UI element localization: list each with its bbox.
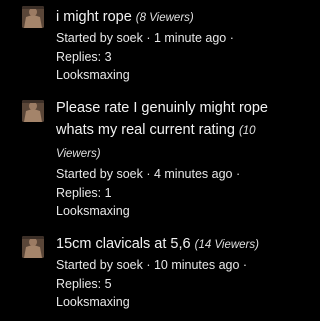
thread-started-by[interactable]: Started by soek · 1 minute ago · xyxy=(56,29,272,48)
thread-title-link[interactable]: Please rate I genuinly might rope whats … xyxy=(56,100,268,138)
forum-link[interactable]: Looksmaxing xyxy=(56,66,272,85)
avatar[interactable] xyxy=(22,6,44,28)
avatar[interactable] xyxy=(22,100,44,122)
viewer-count: (8 Viewers) xyxy=(135,12,194,24)
thread-title[interactable]: 15cm clavicals at 5,6 (14 Viewers) xyxy=(56,233,272,256)
forum-link[interactable]: Looksmaxing xyxy=(56,293,272,312)
thread-started-by[interactable]: Started by soek · 4 minutes ago · xyxy=(56,165,272,184)
thread-title-link[interactable]: i might rope xyxy=(56,9,132,25)
avatar[interactable] xyxy=(22,236,44,258)
thread-title[interactable]: Please rate I genuinly might rope whats … xyxy=(56,97,272,165)
thread-started-by[interactable]: Started by soek · 10 minutes ago · xyxy=(56,256,272,275)
viewer-count: (14 Viewers) xyxy=(194,239,259,251)
reply-count: Replies: 3 xyxy=(56,49,112,64)
thread-title[interactable]: i might rope (8 Viewers) xyxy=(56,6,272,29)
reply-count: Replies: 5 xyxy=(56,276,112,291)
thread-title-link[interactable]: 15cm clavicals at 5,6 xyxy=(56,236,191,252)
forum-link[interactable]: Looksmaxing xyxy=(56,202,272,221)
reply-count: Replies: 1 xyxy=(56,185,112,200)
